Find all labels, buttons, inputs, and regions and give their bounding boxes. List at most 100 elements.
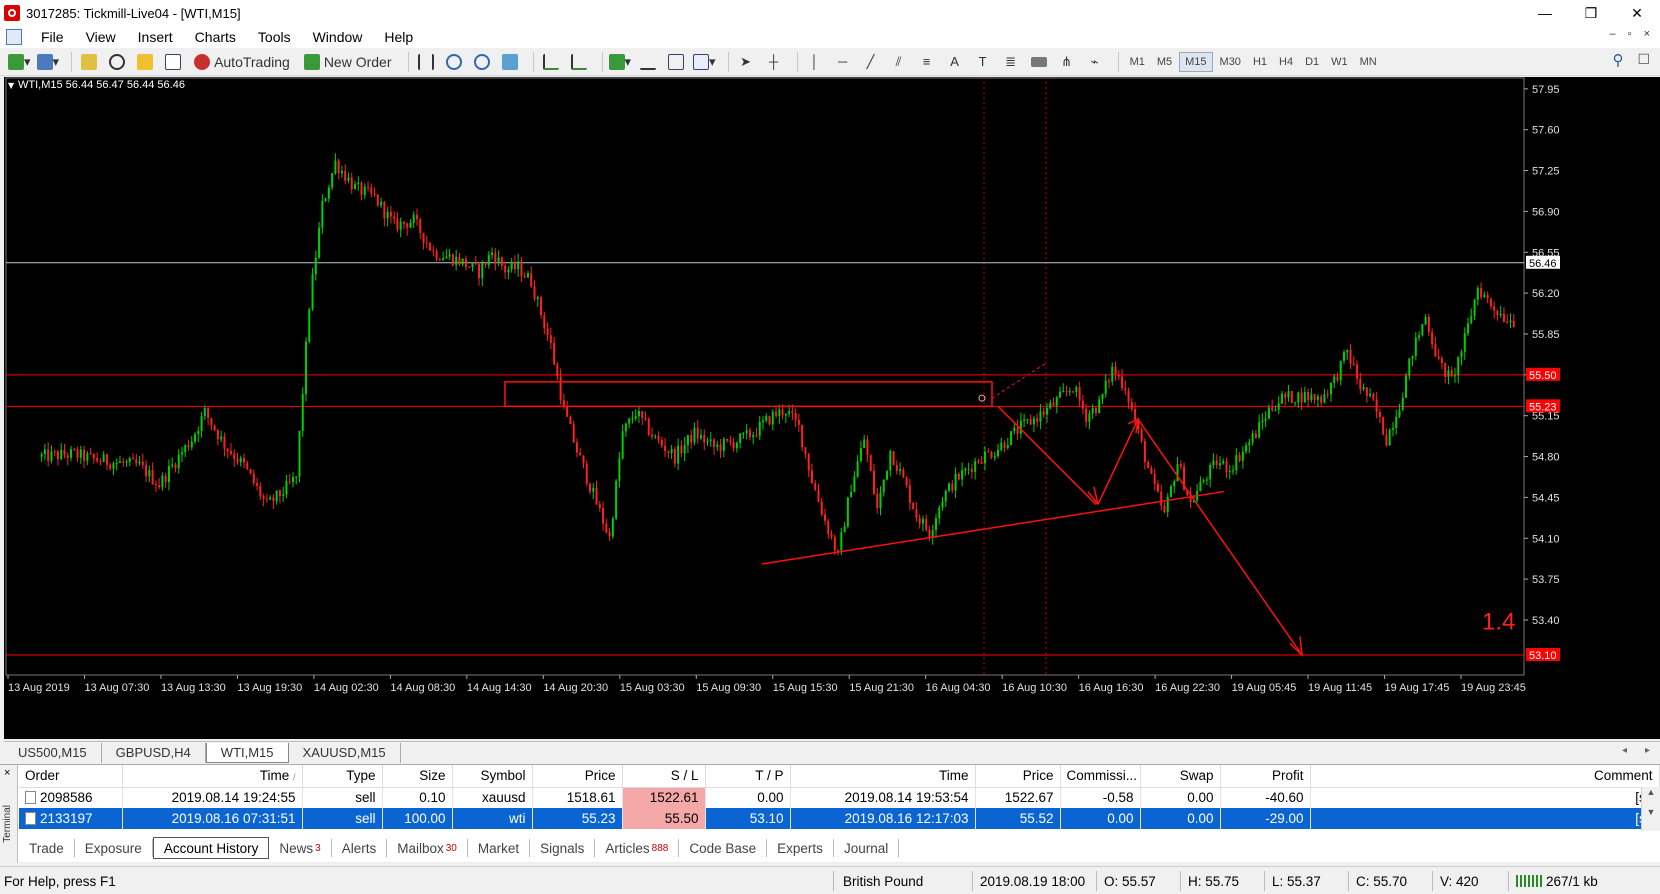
toolbar-separator xyxy=(1117,51,1119,72)
zoom-in-button[interactable] xyxy=(443,51,465,73)
timeframe-w1[interactable]: W1 xyxy=(1326,52,1353,72)
timeframe-d1[interactable]: D1 xyxy=(1300,52,1324,72)
new-order-button[interactable]: New Order xyxy=(300,51,396,73)
col-close-time[interactable]: Time xyxy=(790,765,976,788)
chart-tab-gbpusd[interactable]: GBPUSD,H4 xyxy=(102,743,206,763)
tab-scroll-right-icon[interactable]: ▸ xyxy=(1645,745,1650,756)
timeframe-m5[interactable]: M5 xyxy=(1152,52,1177,72)
restore-button[interactable]: ❐ xyxy=(1568,0,1614,26)
navigator-button[interactable] xyxy=(106,51,128,73)
arrow-tool-button[interactable]: ⌁ xyxy=(1084,51,1106,73)
chart-shift-button[interactable] xyxy=(568,51,590,73)
indicators-button[interactable]: ▾ xyxy=(608,51,631,73)
tab-account-history[interactable]: Account History xyxy=(152,837,270,859)
periods-button[interactable] xyxy=(637,51,659,73)
candle-body xyxy=(540,297,543,316)
text-button[interactable]: A xyxy=(944,51,966,73)
timeframe-m30[interactable]: M30 xyxy=(1215,52,1246,72)
close-time-cell: 2019.08.14 19:53:54 xyxy=(790,787,976,808)
tab-journal[interactable]: Journal xyxy=(834,839,900,857)
terminal-close-button[interactable]: × xyxy=(4,767,10,779)
chart-canvas[interactable]: 57.9557.6057.2556.9056.5556.2055.8555.50… xyxy=(4,77,1660,739)
tab-exposure[interactable]: Exposure xyxy=(75,839,153,857)
col-tp[interactable]: T / P xyxy=(705,765,791,788)
col-symbol[interactable]: Symbol xyxy=(452,765,533,788)
close-button[interactable]: ✕ xyxy=(1614,0,1660,26)
crosshair-button[interactable]: ┼ xyxy=(763,51,785,73)
chart-tab-us500[interactable]: US500,M15 xyxy=(4,743,102,763)
col-sl[interactable]: S / L xyxy=(622,765,706,788)
menu-window[interactable]: Window xyxy=(302,29,374,45)
favorites-button[interactable] xyxy=(134,51,156,73)
tab-articles[interactable]: Articles 888 xyxy=(595,839,680,857)
tab-experts[interactable]: Experts xyxy=(767,839,834,857)
tab-alerts[interactable]: Alerts xyxy=(332,839,388,857)
col-close-price[interactable]: Price xyxy=(975,765,1061,788)
channel-button[interactable]: ⫽ xyxy=(888,51,910,73)
tab-trade[interactable]: Trade xyxy=(19,839,75,857)
menu-help[interactable]: Help xyxy=(373,29,424,45)
chart-tab-wti[interactable]: WTI,M15 xyxy=(205,743,289,763)
tab-news[interactable]: News 3 xyxy=(269,839,332,857)
chart-template-button[interactable]: ▾ xyxy=(693,51,716,73)
child-minimize-button[interactable]: – xyxy=(1610,28,1616,40)
child-close-button[interactable]: × xyxy=(1644,28,1650,40)
timeframe-m15[interactable]: M15 xyxy=(1179,51,1213,72)
price-chart[interactable]: 57.9557.6057.2556.9056.5556.2055.8555.50… xyxy=(4,77,1660,739)
col-type[interactable]: Type xyxy=(302,765,383,788)
col-profit[interactable]: Profit xyxy=(1220,765,1311,788)
col-size[interactable]: Size xyxy=(382,765,453,788)
tab-code-base[interactable]: Code Base xyxy=(679,839,768,857)
menu-charts[interactable]: Charts xyxy=(184,29,247,45)
timeframe-h4[interactable]: H4 xyxy=(1274,52,1298,72)
text-label-button[interactable]: T xyxy=(972,51,994,73)
new-chart-button[interactable]: ▾ xyxy=(8,51,31,73)
timeframe-mn[interactable]: MN xyxy=(1355,52,1382,72)
cursor-button[interactable]: ➤ xyxy=(735,51,757,73)
tab-market[interactable]: Market xyxy=(468,839,531,857)
horizontal-line-button[interactable]: ─ xyxy=(832,51,854,73)
market-watch-button[interactable] xyxy=(78,51,100,73)
menu-file[interactable]: File xyxy=(30,29,75,45)
tab-mailbox[interactable]: Mailbox 30 xyxy=(387,839,468,857)
table-row-selected[interactable]: 2133197 2019.08.16 07:31:51 sell 100.00 … xyxy=(19,808,1660,829)
menu-tools[interactable]: Tools xyxy=(247,29,302,45)
col-order[interactable]: Order xyxy=(19,765,123,788)
search-icon[interactable]: ⚲ xyxy=(1612,51,1623,69)
terminal-toggle-button[interactable] xyxy=(162,51,184,73)
col-time[interactable]: Time / xyxy=(122,765,303,788)
templates-button[interactable] xyxy=(665,51,687,73)
pitchfork-button[interactable]: ⋔ xyxy=(1056,51,1078,73)
fibonacci-button[interactable]: ≡ xyxy=(916,51,938,73)
bar-chart-button[interactable] xyxy=(415,51,437,73)
child-restore-button[interactable]: ▫ xyxy=(1628,28,1632,40)
col-commission[interactable]: Commissi... xyxy=(1060,765,1141,788)
col-swap[interactable]: Swap xyxy=(1140,765,1221,788)
menu-view[interactable]: View xyxy=(75,29,127,45)
col-price[interactable]: Price xyxy=(532,765,623,788)
chat-icon[interactable]: ☐ xyxy=(1637,51,1650,69)
vertical-line-button[interactable]: │ xyxy=(804,51,826,73)
table-row[interactable]: 2098586 2019.08.14 19:24:55 sell 0.10 xa… xyxy=(19,787,1660,808)
tab-signals[interactable]: Signals xyxy=(530,839,596,857)
tab-scroll-left-icon[interactable]: ◂ xyxy=(1622,745,1627,756)
candle-body xyxy=(487,255,490,265)
history-scrollbar[interactable]: ▲ ▼ xyxy=(1641,787,1660,831)
autotrading-button[interactable]: AutoTrading xyxy=(190,51,294,73)
candle-body xyxy=(295,476,298,478)
minimize-button[interactable]: — xyxy=(1522,0,1568,26)
chart-document-icon[interactable] xyxy=(6,29,22,45)
col-comment[interactable]: Comment xyxy=(1310,765,1660,788)
tile-windows-button[interactable] xyxy=(499,51,521,73)
timeframe-m1[interactable]: M1 xyxy=(1125,52,1150,72)
fib-expansion-button[interactable]: ≣ xyxy=(1000,51,1022,73)
autoscroll-button[interactable] xyxy=(540,51,562,73)
price-cell: 1518.61 xyxy=(532,787,623,808)
profiles-button[interactable]: ▾ xyxy=(36,51,59,73)
rectangle-button[interactable] xyxy=(1028,51,1050,73)
menu-insert[interactable]: Insert xyxy=(127,29,184,45)
chart-tab-xauusd[interactable]: XAUUSD,M15 xyxy=(289,743,401,763)
timeframe-h1[interactable]: H1 xyxy=(1248,52,1272,72)
trendline-button[interactable]: ╱ xyxy=(860,51,882,73)
zoom-out-button[interactable] xyxy=(471,51,493,73)
